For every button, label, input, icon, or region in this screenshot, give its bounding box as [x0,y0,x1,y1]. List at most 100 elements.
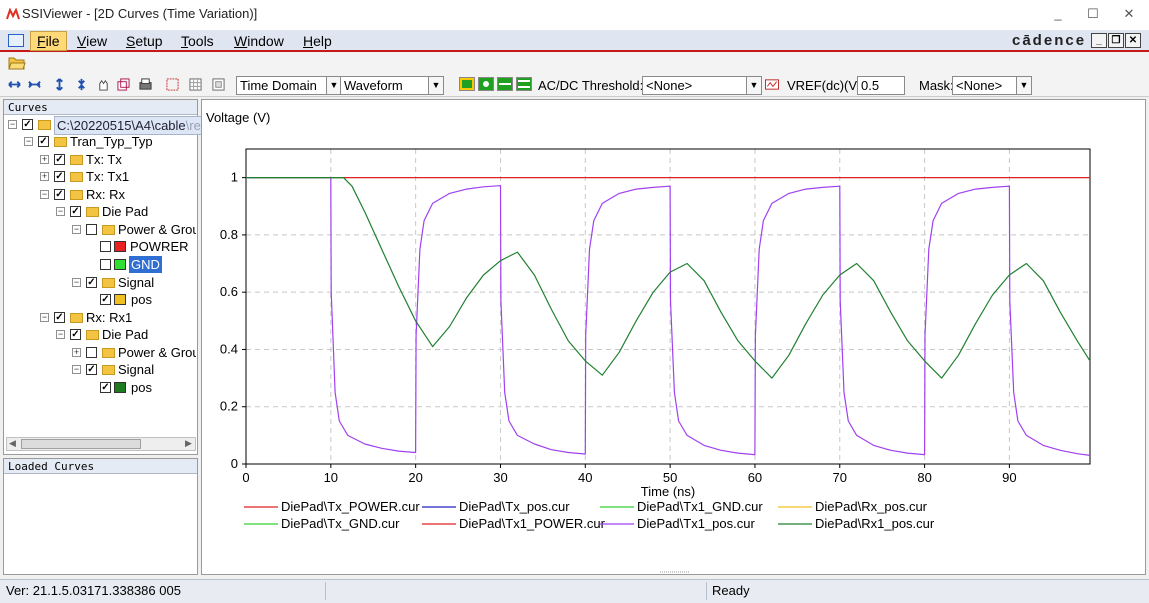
checkbox-checked-icon[interactable]: ✓ [70,329,81,340]
print-icon[interactable] [139,78,152,91]
chart-panel: 0 10 20 30 40 50 60 70 80 90 0 0.2 0.4 0.6 0.8 1 Voltage… [201,99,1146,575]
tree-item-tran-label: Tran_Typ_Typ [70,134,153,149]
menu-view[interactable]: View [71,33,113,49]
select-box-icon[interactable] [166,78,179,91]
tree-item-root[interactable]: − ✓ C:\20220515\A4\cable\result\ [8,116,228,135]
legend-label: DiePad\Tx_POWER.cur [281,499,420,514]
legend-label: DiePad\Tx_GND.cur [281,516,400,531]
folder-icon [86,207,99,217]
checkbox-checked-icon[interactable]: ✓ [86,364,97,375]
checkbox-checked-icon[interactable]: ✓ [54,171,65,182]
threshold-select[interactable]: <None> ▼ [642,76,762,95]
loaded-curves-panel-title: Loaded Curves [4,459,197,474]
mask-select-value: <None> [956,78,1003,93]
legend-label: DiePad\Tx_pos.cur [459,499,570,514]
zoom-x-in-icon[interactable] [8,78,21,91]
collapse-icon[interactable]: − [72,225,81,234]
zoom-y-in-icon[interactable] [53,78,66,91]
expand-icon[interactable]: + [72,348,81,357]
menu-tools[interactable]: Tools [175,33,220,49]
expand-icon[interactable]: + [40,172,49,181]
app-logo-icon [6,8,20,20]
zoom-x-out-icon[interactable] [28,78,41,91]
menu-file-rest: ile [45,33,60,49]
chevron-down-icon: ▼ [326,77,341,94]
checkbox-checked-icon[interactable]: ✓ [100,382,111,393]
collapse-icon[interactable]: − [72,278,81,287]
vref-input-value: 0.5 [861,78,880,93]
menu-file[interactable]: File [30,31,67,51]
collapse-icon[interactable]: − [56,330,65,339]
tree-item-rx1-power[interactable]: + Power & Ground [72,344,196,361]
mask-select[interactable]: <None> ▼ [952,76,1032,95]
eye-measure-icon[interactable] [516,77,532,91]
folder-icon [102,278,115,288]
menu-window[interactable]: Window [228,33,290,49]
document-menu-icon[interactable] [8,34,24,47]
title-bar: SSIViewer - [2D Curves (Time Variation)]… [0,0,1149,30]
checkbox-checked-icon[interactable]: ✓ [100,294,111,305]
scroll-right-icon[interactable]: ▶ [185,438,192,449]
view-mode-select[interactable]: Waveform ▼ [340,76,444,95]
curves-panel-title: Curves [4,100,197,115]
curves-panel: Curves − ✓ C:\20220515\A4\cable\result\ … [3,99,228,455]
x-tick-label: 10 [324,470,338,485]
mask-label: Mask: [919,78,954,93]
open-folder-icon[interactable] [8,55,26,70]
eye-overlay-icon[interactable] [497,77,513,91]
scroll-left-icon[interactable]: ◀ [9,438,16,449]
collapse-icon[interactable]: − [40,313,49,322]
mdi-minimize-button[interactable]: _ [1091,33,1107,48]
maximize-button[interactable]: ☐ [1078,6,1108,24]
eye-mask-icon[interactable] [478,77,494,91]
folder-icon [54,137,67,147]
pan-hand-icon[interactable] [97,78,110,91]
y-tick-label: 0.4 [220,341,238,356]
checkbox-checked-icon[interactable]: ✓ [38,136,49,147]
status-ready-text: Ready [712,583,750,598]
checkbox-checked-icon[interactable]: ✓ [70,206,81,217]
checkbox-unchecked-icon[interactable] [86,224,97,235]
voltage-chart: 0 10 20 30 40 50 60 70 80 90 0 0.2 0.4 0.6 0.8 1 Voltage… [206,110,1091,573]
x-tick-label: 70 [833,470,847,485]
collapse-icon[interactable]: − [8,120,17,129]
checkbox-unchecked-icon[interactable] [86,347,97,358]
zoom-y-out-icon[interactable] [75,78,88,91]
series-line [246,177,1091,456]
domain-select[interactable]: Time Domain ▼ [236,76,342,95]
horizontal-scrollbar[interactable]: ◀ ▶ [6,437,196,451]
mdi-restore-button[interactable]: ❐ [1108,33,1124,48]
collapse-icon[interactable]: − [24,137,33,146]
checkbox-checked-icon[interactable]: ✓ [22,119,33,130]
folder-icon [70,190,83,200]
mdi-close-button[interactable]: ✕ [1125,33,1141,48]
grid-icon[interactable] [189,78,202,91]
collapse-icon[interactable]: − [56,207,65,216]
eye-diagram-icon[interactable] [459,77,475,91]
collapse-icon[interactable]: − [40,190,49,199]
x-tick-label: 90 [1002,470,1016,485]
menu-help[interactable]: Help [297,33,338,49]
window-title: SSIViewer - [2D Curves (Time Variation)] [22,6,258,21]
frame-icon[interactable] [212,78,225,91]
checkbox-checked-icon[interactable]: ✓ [54,189,65,200]
tree-item-rx1-diepad-label: Die Pad [102,327,149,342]
color-swatch-darkgreen-icon [114,382,126,393]
checkbox-unchecked-icon[interactable] [100,259,111,270]
collapse-icon[interactable]: − [72,365,81,374]
copy-window-icon[interactable] [117,78,130,91]
checkbox-unchecked-icon[interactable] [100,241,111,252]
minimize-button[interactable]: _ [1043,6,1073,24]
vref-input[interactable]: 0.5 [857,76,905,95]
menu-tools-rest: ools [188,33,214,49]
chevron-down-icon: ▼ [1016,77,1031,94]
checkbox-checked-icon[interactable]: ✓ [54,154,65,165]
scrollbar-thumb[interactable] [21,439,141,449]
checkbox-checked-icon[interactable]: ✓ [86,277,97,288]
close-button[interactable]: ✕ [1114,6,1144,24]
tree-item-rx-power[interactable]: − Power & Ground [72,221,196,238]
menu-setup[interactable]: Setup [120,33,169,49]
menu-help-rest: elp [313,33,332,49]
expand-icon[interactable]: + [40,155,49,164]
checkbox-checked-icon[interactable]: ✓ [54,312,65,323]
